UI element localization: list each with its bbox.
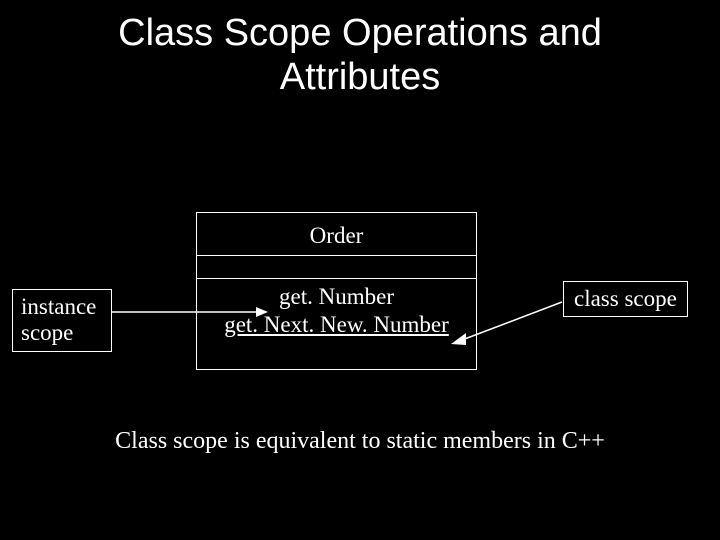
uml-operation-instance: get. Number — [197, 283, 476, 311]
uml-operations-compartment: get. Number get. Next. New. Number — [197, 279, 476, 338]
instance-scope-label: instance scope — [12, 289, 112, 352]
uml-attributes-compartment — [197, 256, 476, 278]
slide-title: Class Scope Operations and Attributes — [0, 0, 720, 99]
class-scope-label: class scope — [563, 281, 688, 317]
footnote-text: Class scope is equivalent to static memb… — [0, 428, 720, 455]
uml-operation-class-scope: get. Next. New. Number — [197, 311, 476, 339]
title-line-2: Attributes — [280, 56, 441, 98]
title-line-1: Class Scope Operations and — [118, 12, 602, 54]
uml-class-box: Order get. Number get. Next. New. Number — [196, 212, 477, 370]
uml-class-name: Order — [197, 213, 476, 255]
